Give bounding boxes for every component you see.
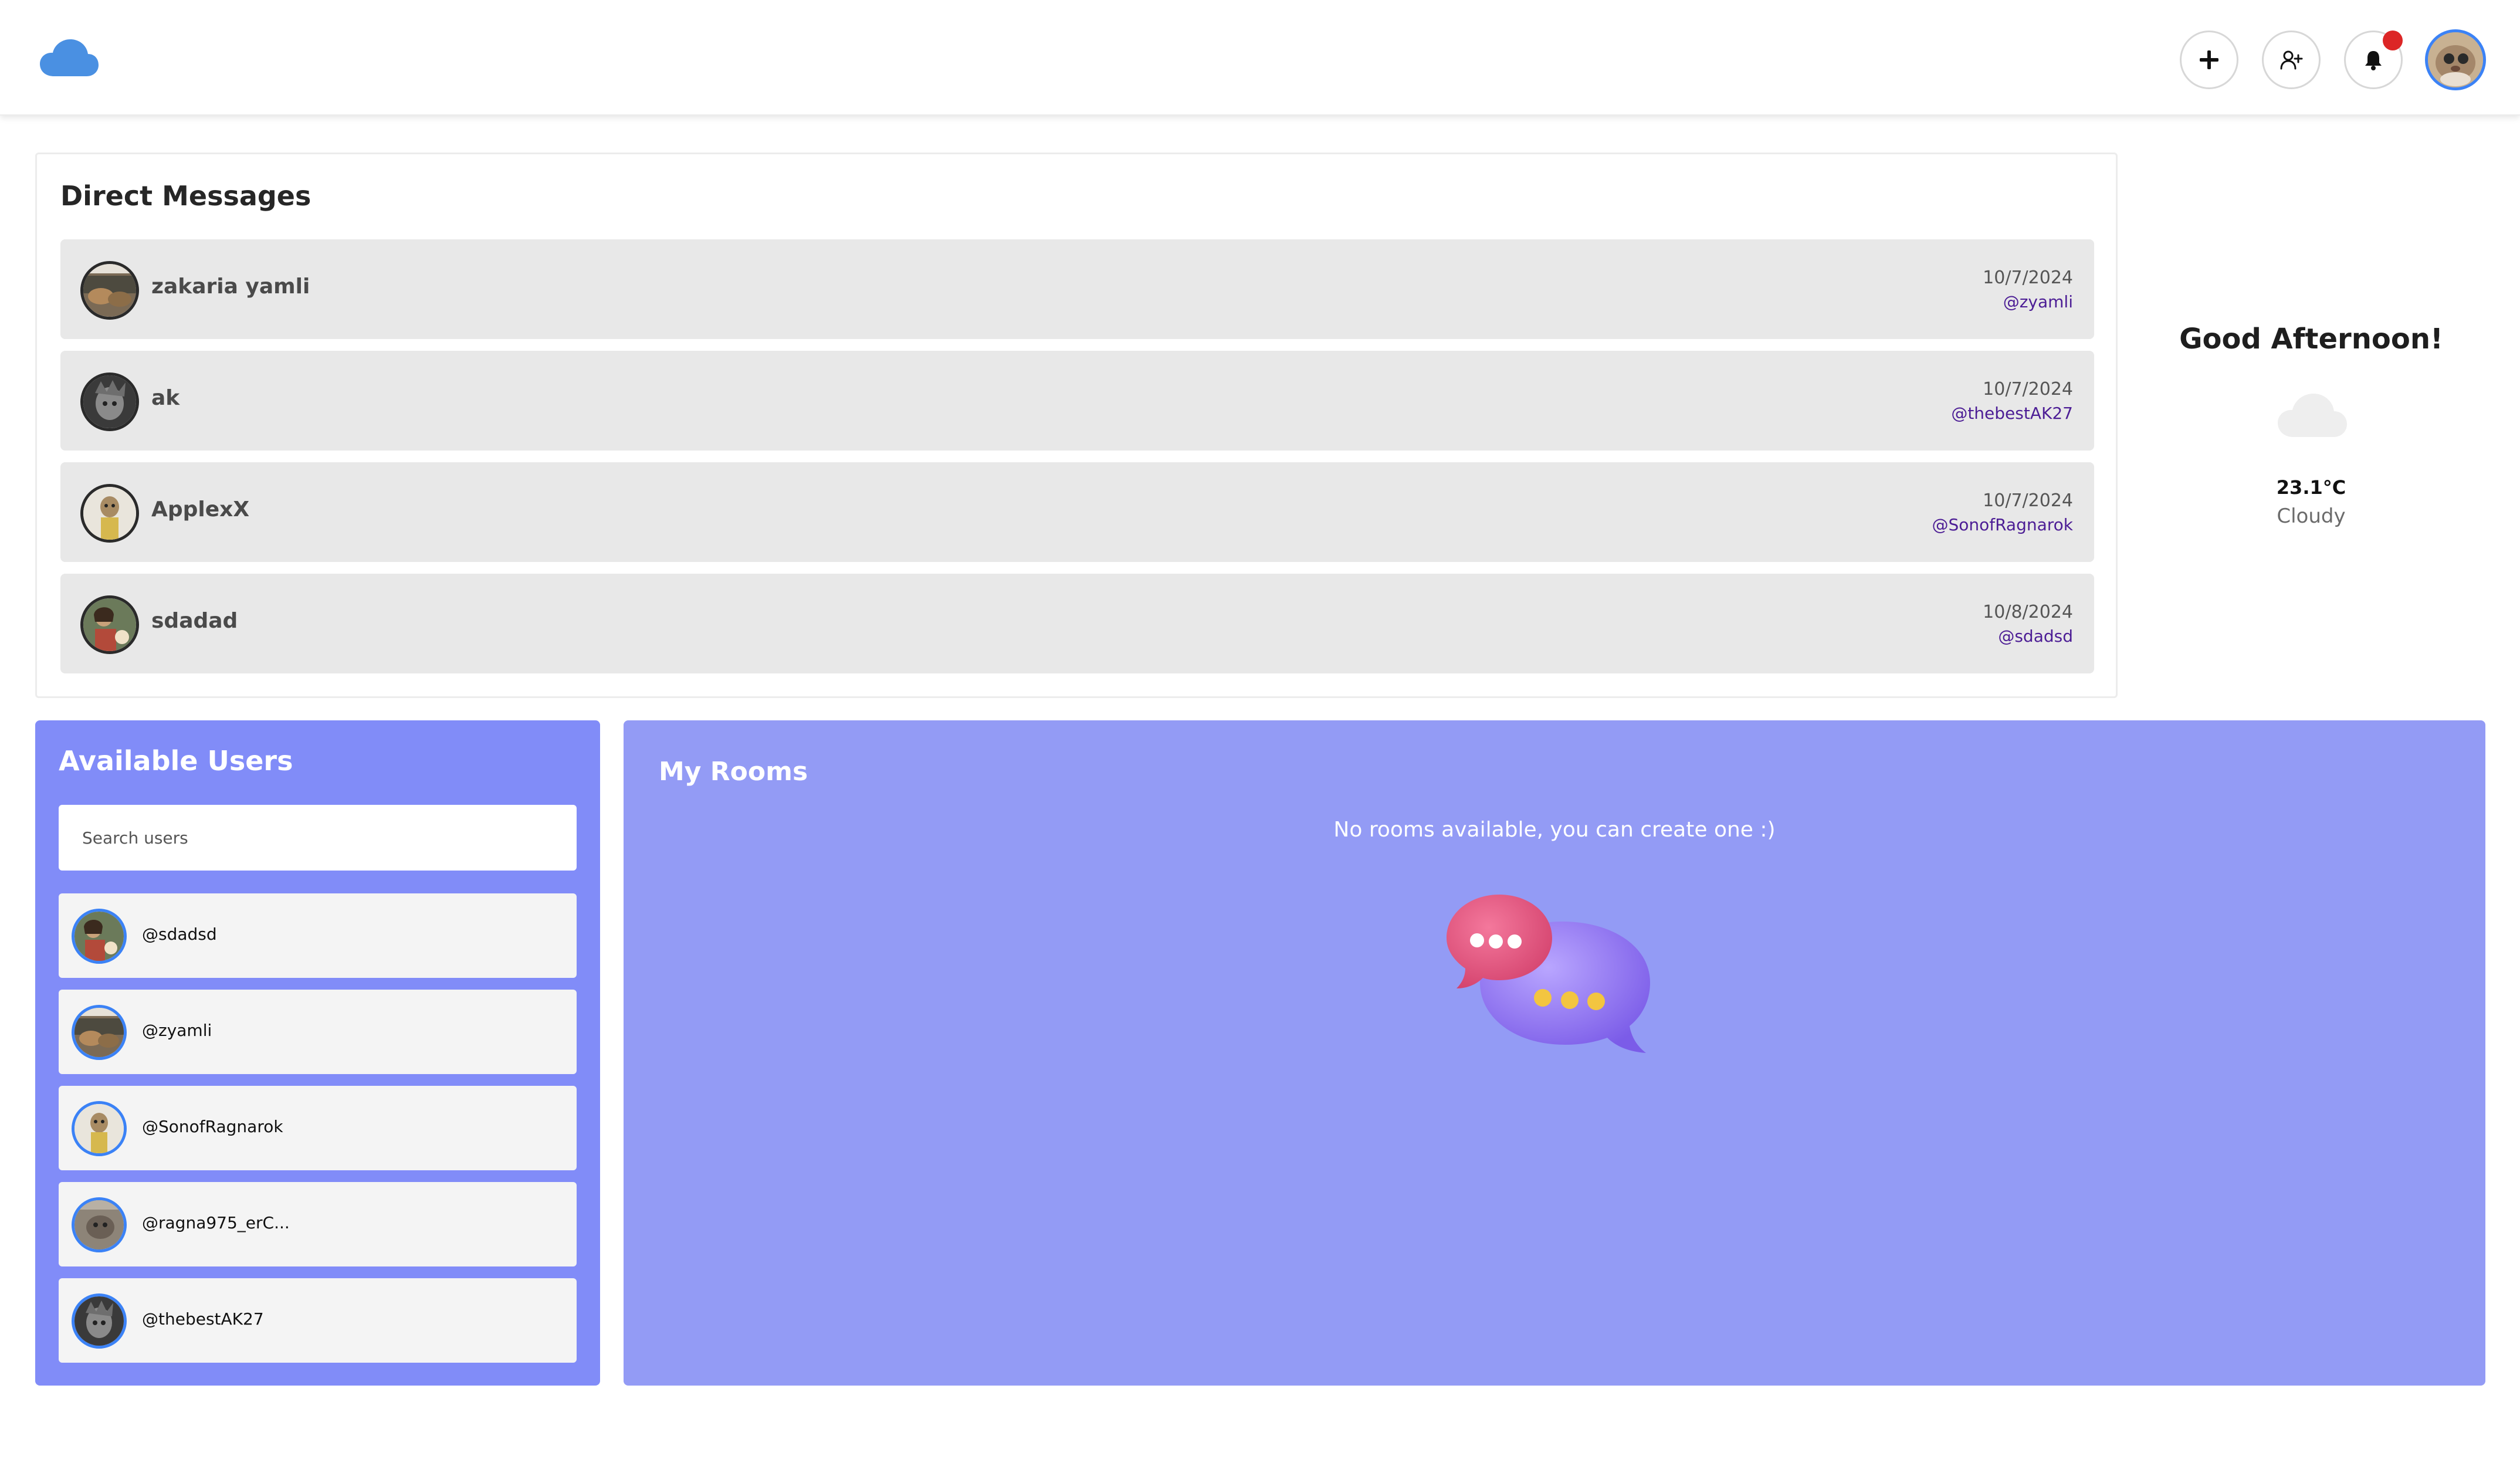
user-list-item[interactable]: @thebestAK27 <box>59 1278 577 1363</box>
search-input[interactable] <box>59 805 577 871</box>
greeting: Good Afternoon! <box>2179 323 2443 355</box>
avatar <box>72 1101 127 1156</box>
dm-row[interactable]: ak 10/7/2024 @thebestAK27 <box>60 351 2094 451</box>
my-rooms-title: My Rooms <box>659 757 808 787</box>
dm-handle: @SonofRagnarok <box>1932 515 2073 534</box>
plus-icon <box>2200 50 2218 69</box>
bell-icon <box>2365 51 2382 70</box>
dm-name: zakaria yamli <box>151 275 310 299</box>
user-handle: @SonofRagnarok <box>142 1117 283 1136</box>
user-handle: @thebestAK27 <box>142 1309 264 1329</box>
cloud-icon <box>2278 394 2347 437</box>
avatar <box>72 909 127 964</box>
user-list-item[interactable]: @zyamli <box>59 990 577 1074</box>
avatar <box>72 1197 127 1252</box>
add-friend-button[interactable] <box>2262 31 2321 89</box>
dm-row[interactable]: ApplexX 10/7/2024 @SonofRagnarok <box>60 462 2094 562</box>
avatar <box>72 1005 127 1060</box>
user-avatar[interactable] <box>2425 29 2486 90</box>
user-handle: @zyamli <box>142 1021 212 1040</box>
direct-messages-title: Direct Messages <box>60 180 311 212</box>
avatar <box>80 261 139 320</box>
user-list-item[interactable]: @ragna975_erC... <box>59 1182 577 1266</box>
dm-row[interactable]: zakaria yamli 10/7/2024 @zyamli <box>60 239 2094 339</box>
weather-widget: Good Afternoon! 23.1°C Cloudy <box>2141 305 2481 540</box>
user-list-item[interactable]: @sdadsd <box>59 893 577 978</box>
create-button[interactable] <box>2180 31 2238 89</box>
dm-date: 10/8/2024 <box>1983 602 2073 622</box>
user-plus-icon <box>2280 50 2303 70</box>
dm-date: 10/7/2024 <box>1983 490 2073 511</box>
user-list-item[interactable]: @SonofRagnarok <box>59 1086 577 1170</box>
cloud-icon[interactable] <box>39 38 100 77</box>
temperature: 23.1°C <box>2276 476 2346 499</box>
notification-badge <box>2383 31 2403 50</box>
avatar <box>80 484 139 543</box>
user-handle: @sdadsd <box>142 924 217 944</box>
direct-messages-card: Direct Messages zakaria yamli 10/7/2024 … <box>35 153 2118 698</box>
avatar <box>72 1293 127 1349</box>
avatar <box>80 595 139 654</box>
dm-date: 10/7/2024 <box>1983 267 2073 288</box>
dm-row[interactable]: sdadad 10/8/2024 @sdadsd <box>60 574 2094 673</box>
user-handle: @ragna975_erC... <box>142 1213 290 1232</box>
dm-name: ApplexX <box>151 497 250 521</box>
dm-handle: @sdadsd <box>1998 626 2073 646</box>
rooms-empty-message: No rooms available, you can create one :… <box>1333 818 1776 842</box>
chat-bubbles-icon <box>1447 895 1650 1053</box>
available-users-title: Available Users <box>59 745 293 777</box>
weather-condition: Cloudy <box>2277 504 2346 528</box>
dm-name: ak <box>151 386 180 410</box>
my-rooms-panel: My Rooms No rooms available, you can cre… <box>624 720 2485 1386</box>
top-navbar <box>0 0 2520 116</box>
app-root: Direct Messages zakaria yamli 10/7/2024 … <box>0 0 2520 1463</box>
dm-handle: @zyamli <box>2003 292 2073 311</box>
dm-date: 10/7/2024 <box>1983 379 2073 399</box>
dm-name: sdadad <box>151 609 238 633</box>
available-users-panel: Available Users @sdadsd @zyamli @SonofRa… <box>35 720 600 1386</box>
avatar <box>80 372 139 431</box>
dm-handle: @thebestAK27 <box>1951 404 2073 423</box>
